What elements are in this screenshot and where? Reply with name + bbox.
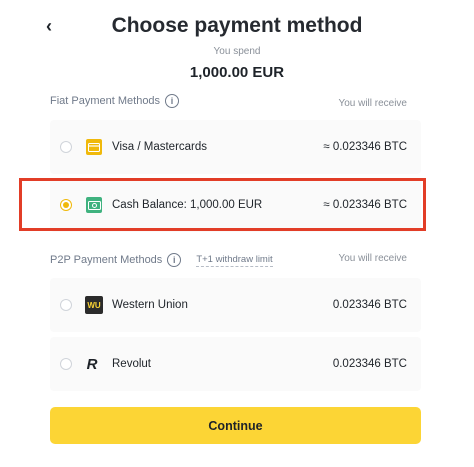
revolut-logo-text: R [86,355,98,373]
withdraw-limit-link[interactable]: T+1 withdraw limit [196,254,273,267]
payment-method-name: Revolut [112,358,151,370]
continue-button[interactable]: Continue [50,407,421,444]
spend-amount: 1,000.00 EUR [189,64,285,81]
western-union-icon: WU [85,296,103,314]
payment-method-visa-mastercard[interactable]: Visa / Mastercards ≈ 0.023346 BTC [50,120,421,174]
selection-highlight [19,178,426,231]
payment-method-amount: 0.023346 BTC [332,299,407,311]
radio-revolut[interactable] [60,358,72,370]
page-title: Choose payment method [111,14,363,37]
credit-card-icon [86,139,102,155]
payment-method-western-union[interactable]: WU Western Union 0.023346 BTC [50,278,421,332]
p2p-section-label: P2P Payment Methods i T+1 withdraw limit [50,253,273,267]
fiat-section-title: Fiat Payment Methods [50,95,161,107]
payment-method-amount: 0.023346 BTC [332,358,407,370]
p2p-section-title: P2P Payment Methods [50,254,163,266]
revolut-icon: R [84,355,100,373]
fiat-receive-label: You will receive [338,98,407,109]
payment-method-name: Visa / Mastercards [112,141,208,153]
payment-method-name: Western Union [112,299,188,311]
radio-western-union[interactable] [60,299,72,311]
payment-method-amount: ≈ 0.023346 BTC [323,141,407,153]
info-icon[interactable]: i [167,253,182,267]
payment-method-revolut[interactable]: R Revolut 0.023346 BTC [50,337,421,391]
western-union-logo-text: WU [87,300,101,310]
fiat-section-label: Fiat Payment Methods i [50,94,180,108]
info-icon[interactable]: i [165,94,180,108]
radio-visa-mastercard[interactable] [60,141,72,153]
spend-label: You spend [213,46,261,57]
p2p-receive-label: You will receive [338,253,407,264]
